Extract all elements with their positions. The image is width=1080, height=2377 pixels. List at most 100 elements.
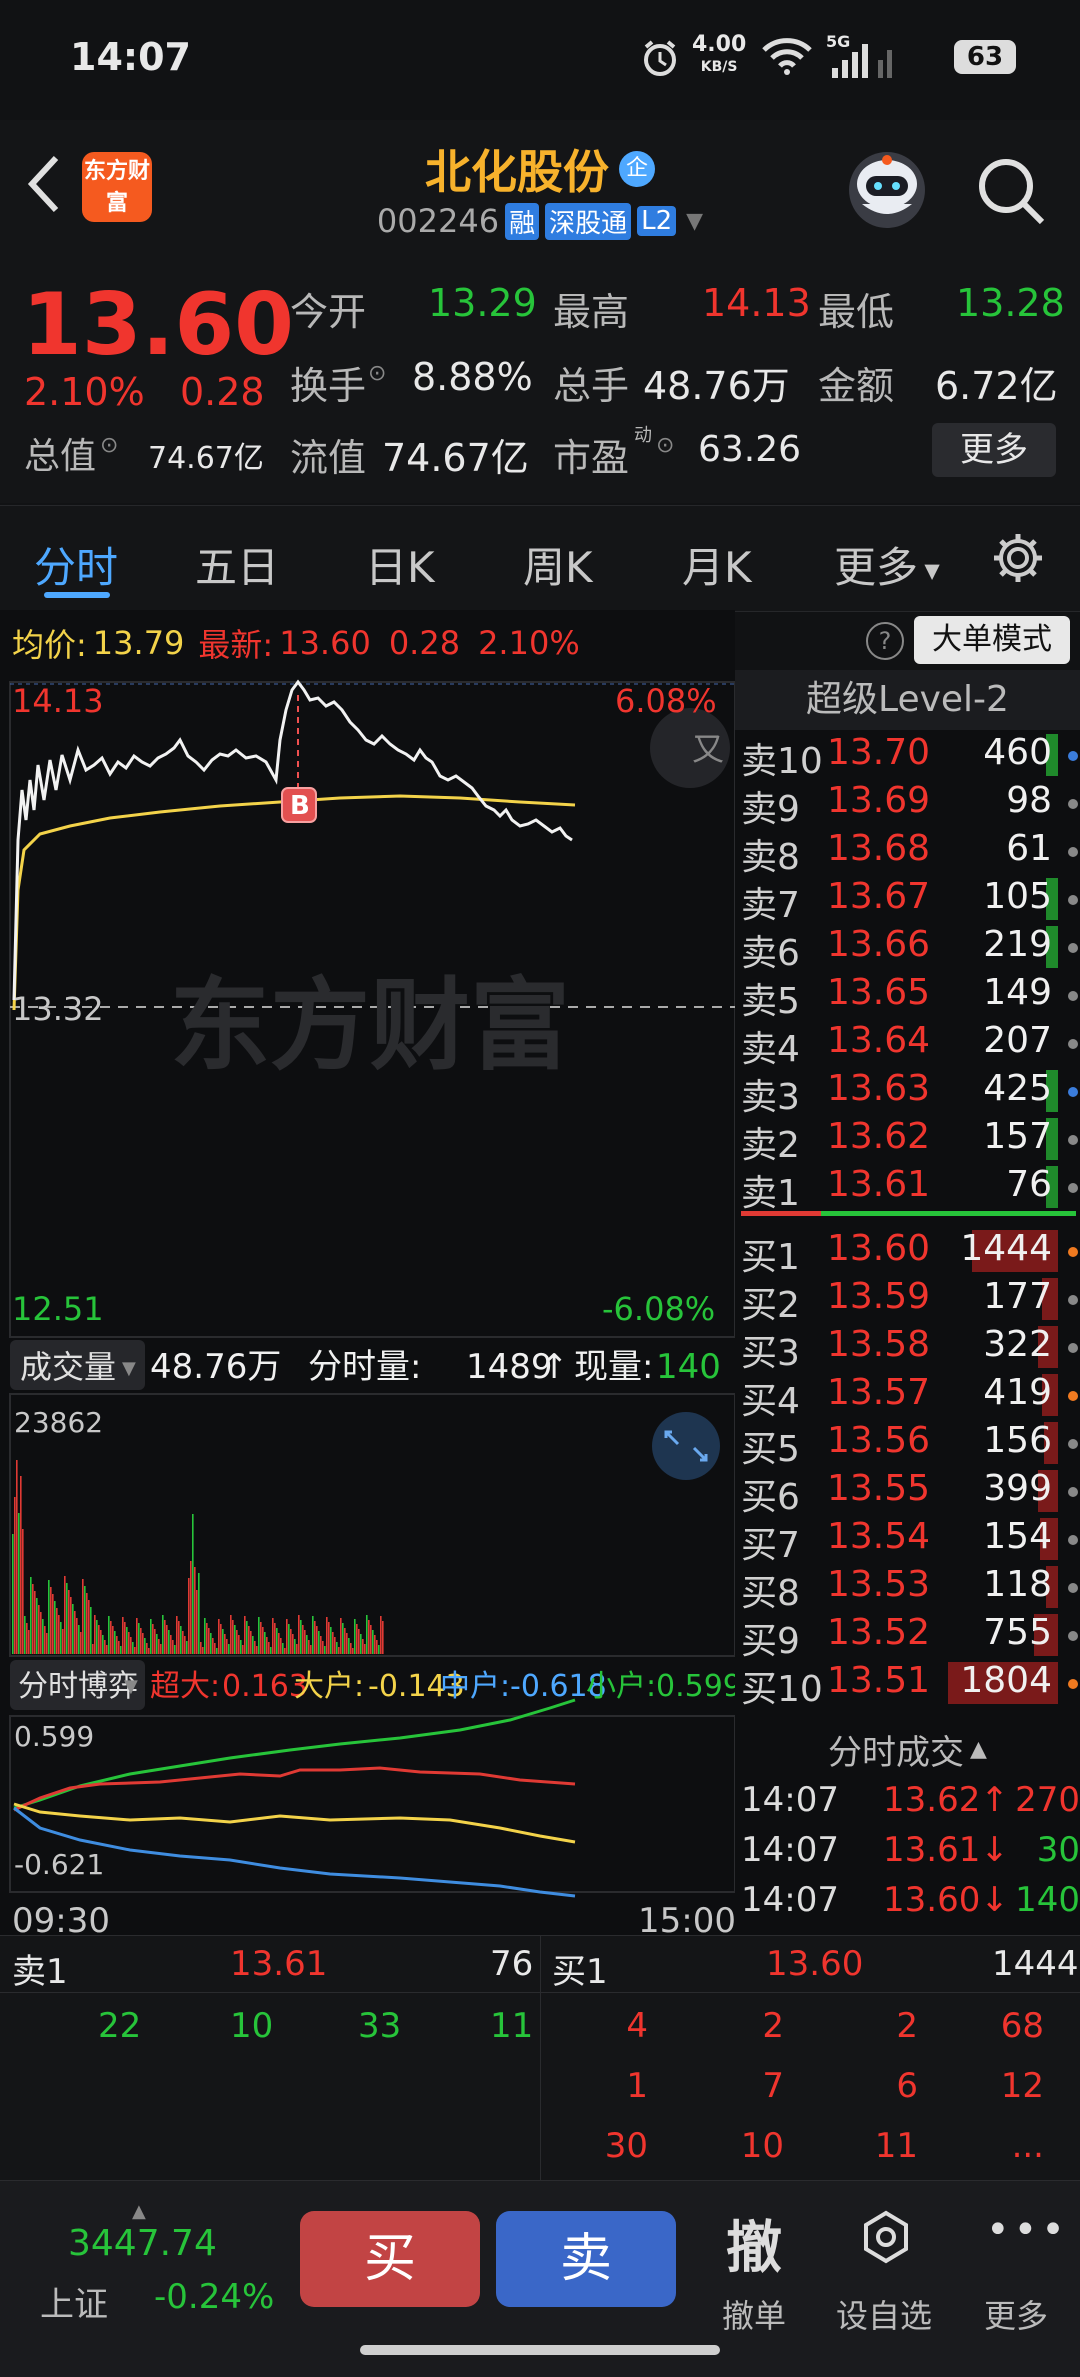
level-volume: 61 xyxy=(1006,828,1052,869)
volume-bar xyxy=(314,1621,316,1654)
game-label: 分时博弈 xyxy=(18,1669,138,1704)
level2-title[interactable]: 超级Level-2 xyxy=(735,670,1080,730)
level-dot-icon xyxy=(1068,1343,1078,1353)
big-order-mode-button[interactable]: 大单模式 xyxy=(914,616,1070,664)
buy-button[interactable]: 买 xyxy=(300,2211,480,2307)
tab-weekly-k[interactable]: 周K xyxy=(523,534,593,595)
more-label[interactable]: 更多 xyxy=(984,2291,1048,2337)
change-percent: 2.10% xyxy=(24,370,145,414)
volume-bar xyxy=(36,1598,38,1654)
settings-gear-icon[interactable] xyxy=(990,530,1046,590)
volume-caret-icon: ▼ xyxy=(122,1358,136,1379)
level-volume: 156 xyxy=(983,1420,1052,1461)
turnover-info-icon[interactable]: ⊙ xyxy=(368,361,386,386)
cancel-order-icon[interactable]: 撤 xyxy=(726,2203,782,2284)
ask-row[interactable]: 卖8 13.68 61 xyxy=(735,828,1080,878)
volume-bar xyxy=(370,1625,372,1654)
ask-row[interactable]: 卖10 13.70 460 xyxy=(735,732,1080,782)
ask-row[interactable]: 卖1 13.61 76 xyxy=(735,1164,1080,1214)
bid-row[interactable]: 买1 13.60 1444 xyxy=(735,1228,1080,1278)
ask-row[interactable]: 卖2 13.62 157 xyxy=(735,1116,1080,1166)
ask-row[interactable]: 卖7 13.67 105 xyxy=(735,876,1080,926)
caret-up-icon: ▲ xyxy=(970,1737,987,1762)
more-quote-button[interactable]: 更多 xyxy=(932,423,1056,477)
volume-bar xyxy=(356,1624,358,1654)
robot-assistant-icon[interactable] xyxy=(842,146,932,236)
buy-queue-item: 12 xyxy=(1000,2066,1044,2106)
ask-row[interactable]: 卖9 13.69 98 xyxy=(735,780,1080,830)
volume-bar xyxy=(246,1621,248,1654)
bid-row[interactable]: 买5 13.56 156 xyxy=(735,1420,1080,1470)
tab-monthly-k[interactable]: 月K xyxy=(682,534,752,595)
volume-total: 48.76万 xyxy=(150,1347,281,1387)
cancel-order-label[interactable]: 撤单 xyxy=(722,2291,786,2337)
index-name[interactable]: 上证 xyxy=(40,2277,108,2326)
bid-row[interactable]: 买7 13.54 154 xyxy=(735,1516,1080,1566)
volume-bar xyxy=(328,1622,330,1654)
tab-intraday[interactable]: 分时 xyxy=(34,534,118,595)
volume-bar xyxy=(124,1622,126,1654)
level-label: 买1 xyxy=(741,1237,800,1278)
tick-volume-label: 分时量: xyxy=(308,1347,421,1387)
net-speed: 4.00 xyxy=(692,32,747,57)
bid-row[interactable]: 买10 13.51 1804 xyxy=(735,1660,1080,1710)
amount-value: 6.72亿 xyxy=(935,364,1058,408)
tab-daily-k[interactable]: 日K xyxy=(365,534,435,595)
level-price: 13.70 xyxy=(826,732,930,773)
volume-bar xyxy=(374,1635,376,1654)
volume-bar xyxy=(280,1638,282,1654)
add-watchlist-icon[interactable] xyxy=(858,2209,914,2269)
level-volume: 322 xyxy=(983,1324,1052,1365)
small-label: 小户: xyxy=(586,1669,656,1704)
bid-row[interactable]: 买3 13.58 322 xyxy=(735,1324,1080,1374)
more-dots-icon[interactable]: ••• xyxy=(986,2207,1069,2253)
home-indicator[interactable] xyxy=(360,2345,720,2355)
level-price: 13.61 xyxy=(826,1164,930,1205)
big-label: 大户: xyxy=(294,1669,364,1704)
ask-row[interactable]: 卖3 13.63 425 xyxy=(735,1068,1080,1118)
add-watchlist-label[interactable]: 设自选 xyxy=(836,2291,932,2337)
volume-bar xyxy=(372,1630,374,1654)
ask-row[interactable]: 卖5 13.65 149 xyxy=(735,972,1080,1022)
volume-bar xyxy=(334,1637,336,1654)
volume-bar xyxy=(58,1615,60,1654)
avg-value: 13.79 xyxy=(92,624,185,662)
volume-bar xyxy=(342,1623,344,1654)
level-dot-icon xyxy=(1068,1295,1078,1305)
chevron-down-icon[interactable]: ▼ xyxy=(686,209,703,234)
chart-svg[interactable]: 东方财富 B 又 14.13 6.08% 13.32 12.51 -6.08% … xyxy=(0,670,735,1935)
volume-label: 成交量 xyxy=(20,1348,116,1386)
index-value[interactable]: 3447.74 xyxy=(68,2223,217,2264)
tab-more[interactable]: 更多 ▼ xyxy=(834,534,940,595)
volume-bar xyxy=(348,1638,350,1654)
expand-button[interactable] xyxy=(652,1412,720,1480)
bid-row[interactable]: 买4 13.57 419 xyxy=(735,1372,1080,1422)
index-percent[interactable]: -0.24% xyxy=(154,2277,274,2317)
bid-row[interactable]: 买6 13.55 399 xyxy=(735,1468,1080,1518)
alarm-icon xyxy=(640,38,680,82)
bid-row[interactable]: 买9 13.52 755 xyxy=(735,1612,1080,1662)
volume-bar xyxy=(90,1607,92,1654)
info-icon[interactable]: ⊙ xyxy=(100,433,118,458)
volume-bar xyxy=(118,1641,120,1654)
trades-title[interactable]: 分时成交 ▲ xyxy=(735,1725,1080,1774)
mid-label: 中户: xyxy=(440,1669,510,1704)
sell-button[interactable]: 卖 xyxy=(496,2211,676,2307)
pe-info-icon[interactable]: ⊙ xyxy=(656,433,674,458)
bid-row[interactable]: 买8 13.53 118 xyxy=(735,1564,1080,1614)
volume-bar xyxy=(296,1644,298,1654)
volume-bar xyxy=(234,1625,236,1654)
help-icon[interactable]: ? xyxy=(866,622,904,660)
volume-bar xyxy=(196,1590,198,1654)
bid-row[interactable]: 买2 13.59 177 xyxy=(735,1276,1080,1326)
volume-bar xyxy=(106,1645,108,1654)
tab-five-day[interactable]: 五日 xyxy=(195,534,279,595)
ask-row[interactable]: 卖6 13.66 219 xyxy=(735,924,1080,974)
search-icon[interactable] xyxy=(976,156,1046,230)
ask-row[interactable]: 卖4 13.64 207 xyxy=(735,1020,1080,1070)
index-caret-up-icon[interactable]: ▲ xyxy=(132,2201,146,2222)
volume-bar xyxy=(292,1634,294,1654)
volume-bar xyxy=(244,1616,246,1654)
level-label: 买8 xyxy=(741,1573,800,1614)
wifi-icon xyxy=(760,36,814,80)
